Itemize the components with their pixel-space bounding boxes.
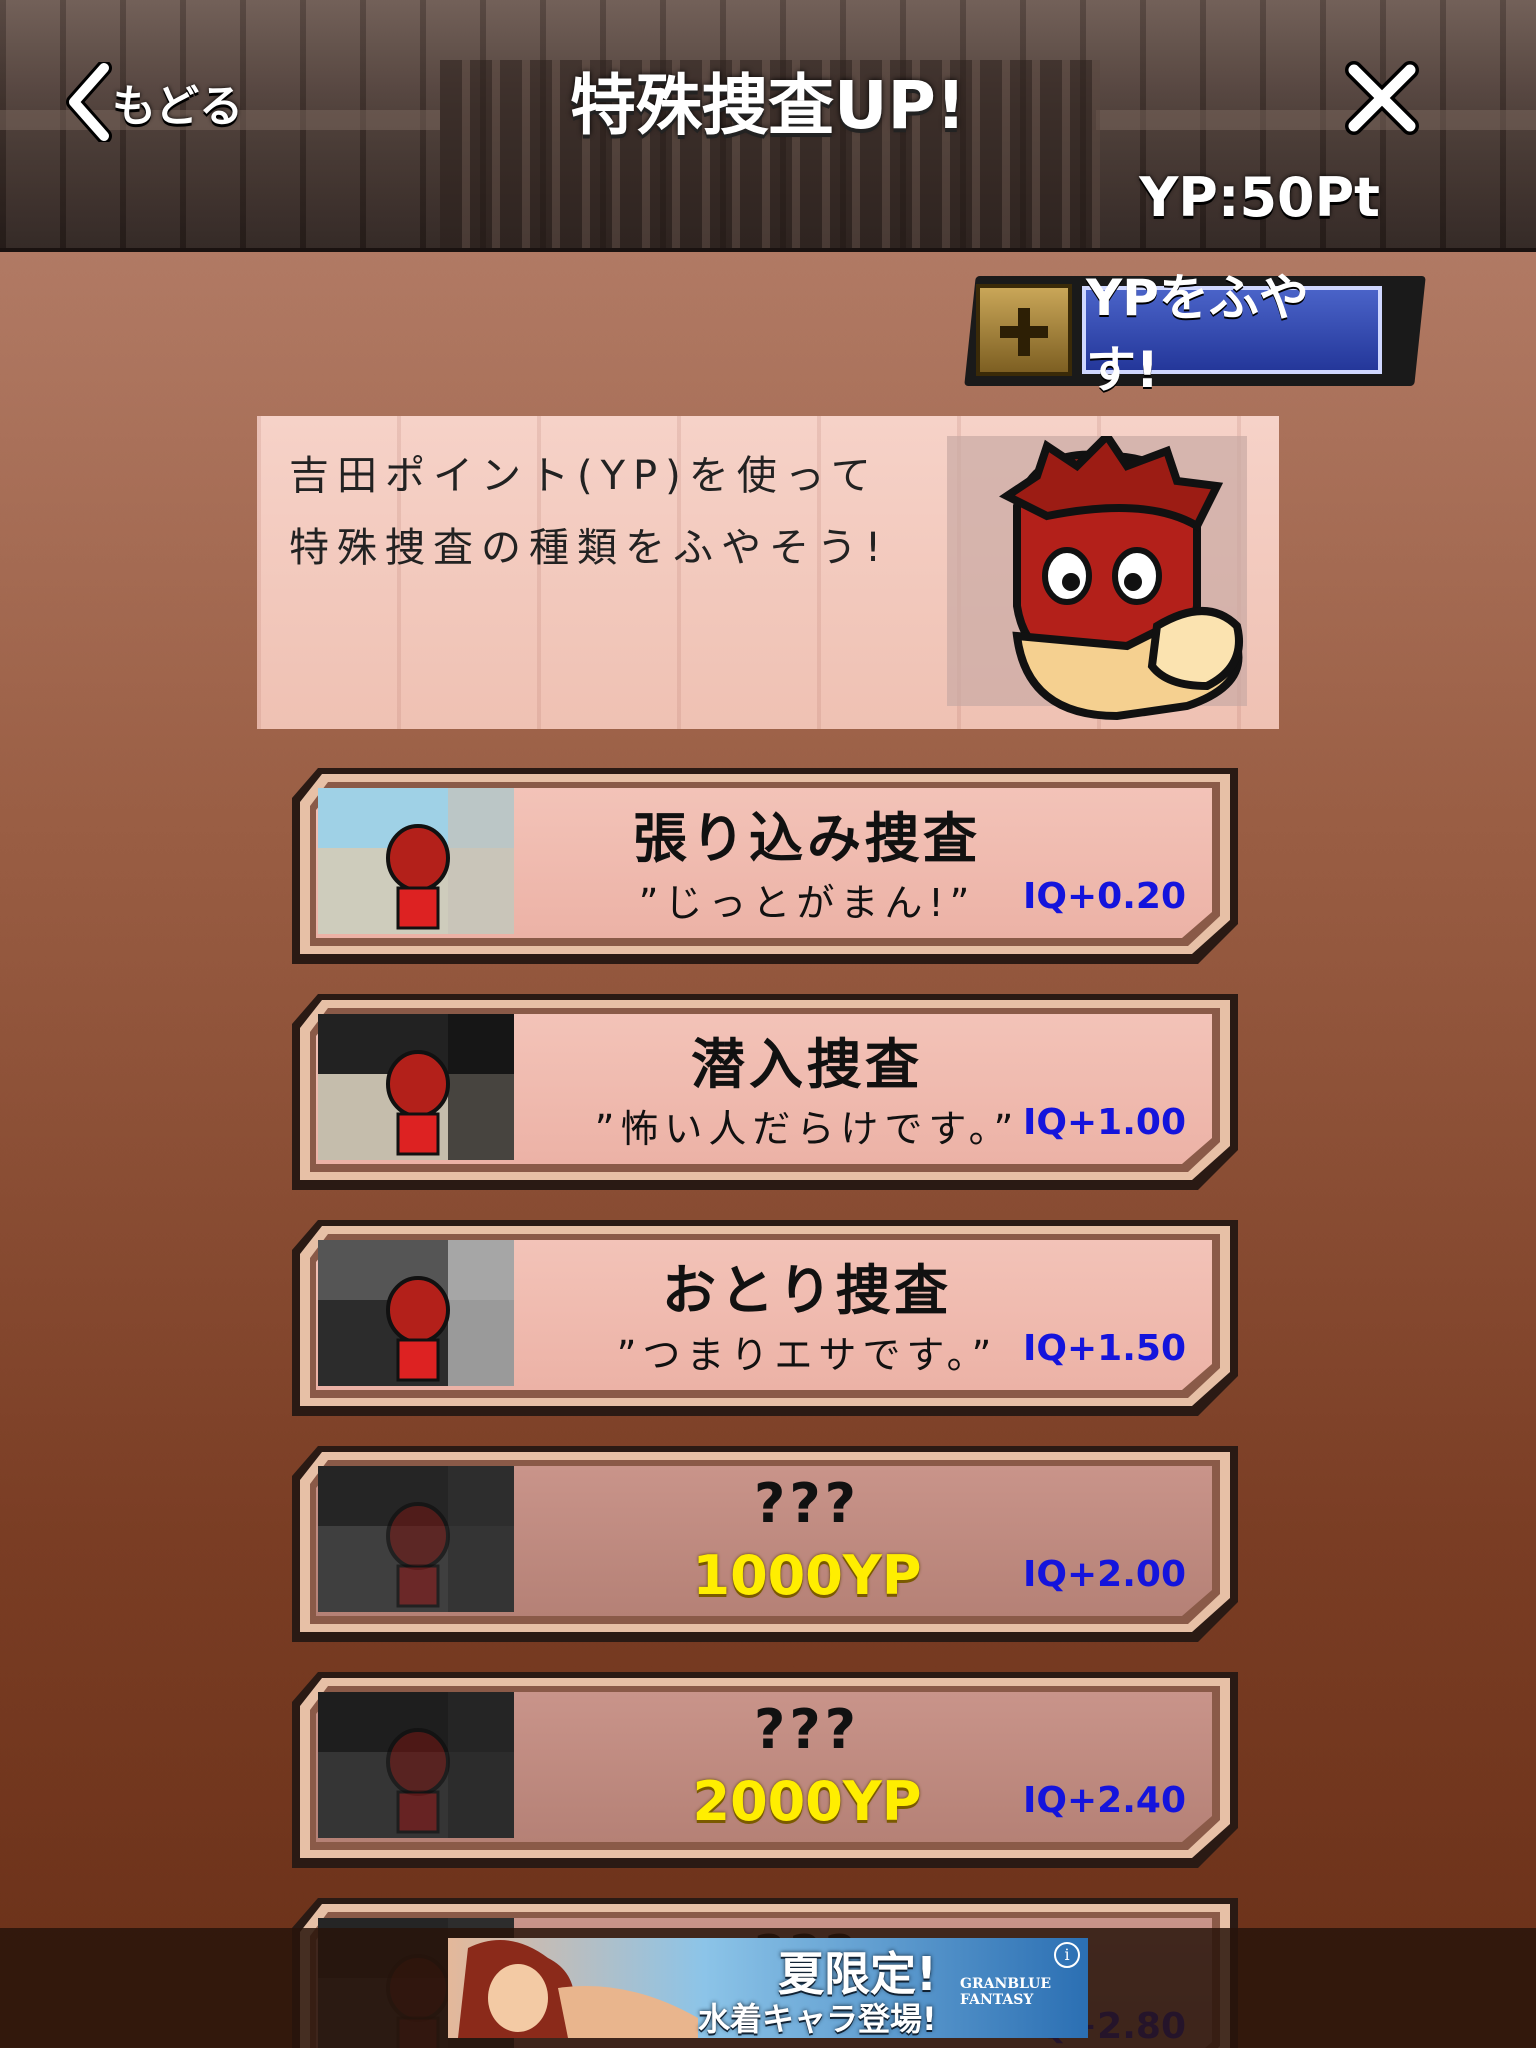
increase-yp-button[interactable]: YPをふやす! — [964, 269, 1426, 399]
banner-line-2: 特殊捜査の種類をふやそう! — [289, 525, 890, 571]
advertisement-banner[interactable]: 夏限定! 水着キャラ登場! GRANBLUE FANTASY i — [448, 1938, 1088, 2038]
ad-character-image — [458, 1940, 698, 2038]
investigation-subtitle: ”怖い人だらけです。” — [594, 1107, 1020, 1151]
investigation-name: 張り込み捜査 — [633, 807, 981, 870]
investigation-card[interactable]: ??? 1000YP IQ+2.00 — [292, 1446, 1238, 1642]
investigation-card[interactable]: おとり捜査 ”つまりエサです。” IQ+1.50 — [292, 1220, 1238, 1416]
iq-bonus: IQ+2.40 — [1023, 1780, 1186, 1821]
close-icon[interactable] — [1344, 60, 1420, 136]
investigation-card[interactable]: ??? 2000YP IQ+2.40 — [292, 1672, 1238, 1868]
info-banner: 吉田ポイント(YP)を使って 特殊捜査の種類をふやそう! — [257, 416, 1279, 729]
investigation-name: ??? — [754, 1472, 860, 1535]
investigation-subtitle: ”じっとがまん!” — [638, 881, 976, 925]
ad-brand-logo: GRANBLUE FANTASY — [960, 1976, 1052, 2008]
banner-text: 吉田ポイント(YP)を使って 特殊捜査の種類をふやそう! — [289, 440, 989, 584]
investigation-name: 潜入捜査 — [691, 1033, 923, 1096]
iq-bonus: IQ+1.00 — [1023, 1102, 1186, 1143]
plus-icon — [976, 284, 1072, 376]
iq-bonus: IQ+1.50 — [1023, 1328, 1186, 1369]
investigation-price: 1000YP — [692, 1544, 922, 1607]
iq-bonus: IQ+2.00 — [1023, 1554, 1186, 1595]
detective-character-image — [947, 436, 1247, 721]
investigation-card[interactable]: 張り込み捜査 ”じっとがまん!” IQ+0.20 — [292, 768, 1238, 964]
investigation-thumbnail — [318, 788, 514, 934]
investigation-thumbnail — [318, 1466, 514, 1612]
investigation-thumbnail — [318, 1692, 514, 1838]
ad-subline: 水着キャラ登場! — [698, 2000, 937, 2038]
investigation-thumbnail — [318, 1240, 514, 1386]
investigation-name: ??? — [754, 1698, 860, 1761]
investigation-card[interactable]: 潜入捜査 ”怖い人だらけです。” IQ+1.00 — [292, 994, 1238, 1190]
investigation-name: おとり捜査 — [662, 1259, 952, 1322]
ad-info-icon[interactable]: i — [1054, 1942, 1080, 1968]
investigation-subtitle: ”つまりエサです。” — [616, 1333, 998, 1377]
iq-bonus: IQ+0.20 — [1023, 876, 1186, 917]
increase-yp-label: YPをふやす! — [1082, 269, 1382, 399]
investigation-price: 2000YP — [692, 1770, 922, 1833]
yp-balance: YP:50Pt — [1139, 166, 1380, 229]
banner-line-1: 吉田ポイント(YP)を使って — [289, 453, 879, 499]
page-title: 特殊捜査UP! — [569, 67, 967, 144]
investigation-thumbnail — [318, 1014, 514, 1160]
